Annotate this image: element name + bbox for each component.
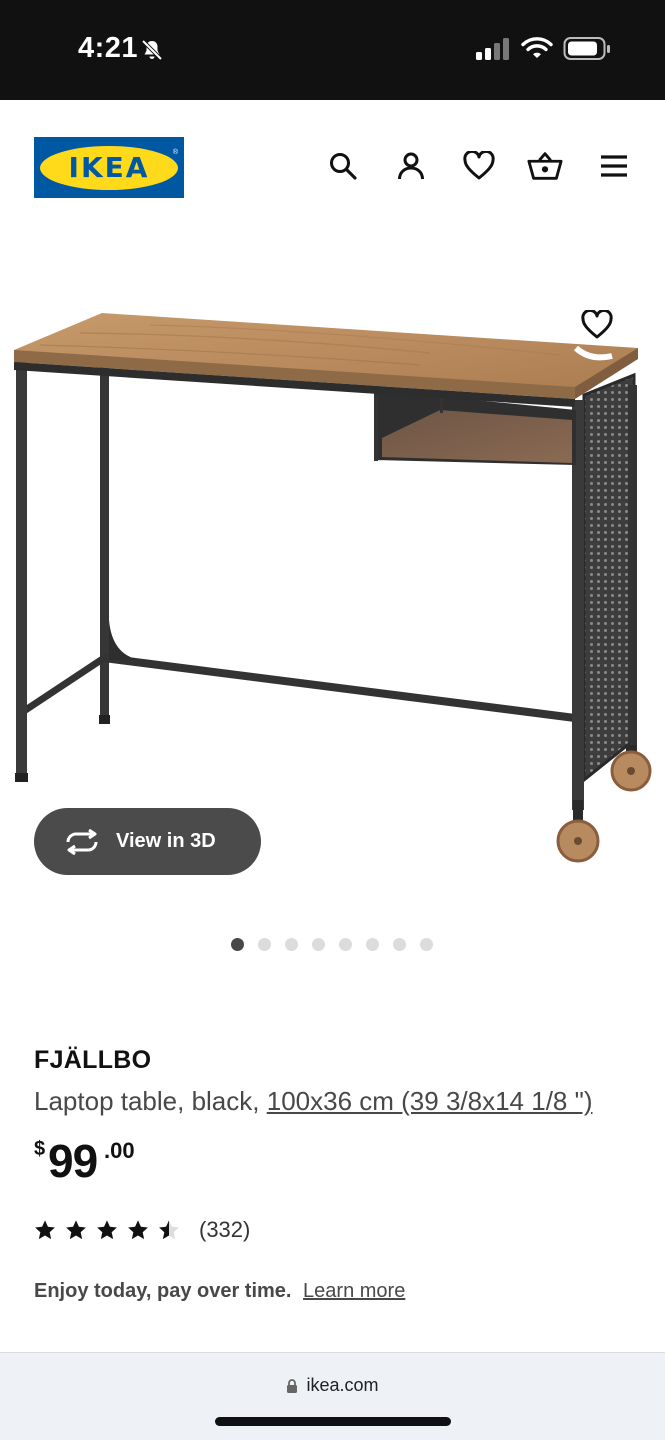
heart-icon[interactable] [461,148,497,184]
cart-icon[interactable] [527,148,563,184]
carousel-dot[interactable] [366,938,379,951]
carousel-dot[interactable] [231,938,244,951]
wifi-icon [521,36,553,65]
carousel-dot[interactable] [393,938,406,951]
product-description: Laptop table, black, 100x36 cm (39 3/8x1… [34,1086,592,1117]
logo-oval: IKEA [40,145,178,190]
ikea-logo[interactable]: IKEA ® [34,137,184,198]
view-in-3d-label: View in 3D [116,830,216,852]
registered-mark: ® [172,149,178,156]
site-header: IKEA ® [0,100,665,235]
carousel-indicator [0,938,665,954]
learn-more-link[interactable]: Learn more [303,1280,405,1302]
financing-info: Enjoy today, pay over time. Learn more [34,1280,405,1303]
price-currency: $ [34,1138,46,1160]
url-text: ikea.com [306,1375,379,1395]
status-bar: 4:21 [0,0,665,100]
bell-slash-icon [140,38,164,67]
star-full-icon [66,1220,86,1240]
star-full-icon [128,1220,148,1240]
price-integer: 99 [48,1135,98,1187]
star-half-icon [159,1220,179,1240]
heart-outline-icon [581,310,613,339]
logo-text: IKEA [68,151,150,184]
carousel-dot[interactable] [285,938,298,951]
battery-icon [563,36,611,67]
status-time: 4:21 [78,32,139,64]
add-to-favourites-button[interactable] [577,305,617,345]
menu-icon[interactable] [596,148,632,184]
account-icon[interactable] [393,148,429,184]
search-icon[interactable] [325,148,361,184]
url-field[interactable]: ikea.com [0,1375,665,1396]
product-rating[interactable]: (332) [34,1214,250,1246]
product-size-link[interactable]: 100x36 cm (39 3/8x14 1/8 ") [267,1086,593,1116]
lock-icon [287,1378,298,1393]
star-full-icon [35,1220,55,1240]
signal-icon [476,38,510,65]
carousel-dot[interactable] [258,938,271,951]
star-full-icon [97,1220,117,1240]
home-indicator[interactable] [215,1417,451,1426]
carousel-dot[interactable] [312,938,325,951]
product-type: Laptop table, black, [34,1086,260,1116]
view-in-3d-button[interactable]: View in 3D [34,808,261,875]
financing-text: Enjoy today, pay over time. [34,1280,292,1302]
product-gallery[interactable]: View in 3D [0,235,665,915]
price-decimal: .00 [104,1138,135,1163]
product-name: FJÄLLBO [34,1046,152,1074]
rating-count: (332) [199,1217,251,1242]
rotate-3d-icon [66,828,98,855]
carousel-dot[interactable] [420,938,433,951]
carousel-dot[interactable] [339,938,352,951]
browser-address-bar: ikea.com [0,1352,665,1440]
